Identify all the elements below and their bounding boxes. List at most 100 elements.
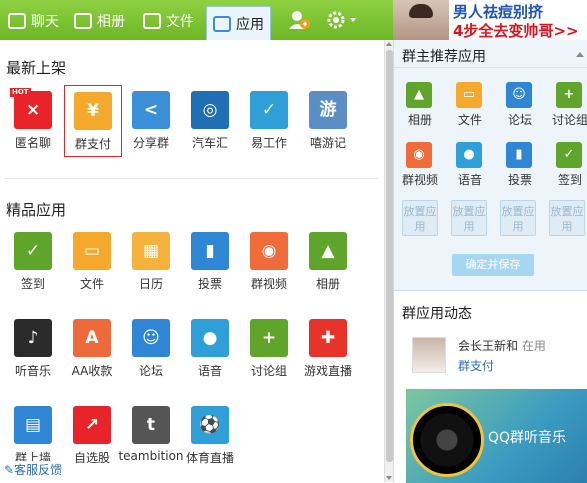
app-label: 投票 — [507, 173, 532, 187]
app-voice[interactable]: ● 语音 — [450, 140, 490, 198]
app-checkin[interactable]: ✓ 签到 — [5, 226, 61, 296]
vote-icon: ▮ — [191, 232, 229, 270]
app-label: 嘻游记 — [309, 136, 346, 150]
tab-files[interactable]: 文件 — [143, 6, 194, 36]
activity-user[interactable]: 会长王新和 — [458, 339, 518, 353]
game-live-icon: ✚ — [309, 319, 347, 357]
app-label: 讨论组 — [551, 113, 587, 127]
teambition-icon: t — [132, 406, 170, 444]
folder-icon: ▭ — [73, 232, 111, 270]
app-label: 汽车汇 — [191, 136, 228, 150]
app-label: 论坛 — [138, 364, 163, 378]
app-album[interactable]: ▲ 相册 — [400, 80, 440, 138]
work-icon: ✓ — [250, 91, 288, 129]
activity-title: 群应用动态 — [402, 306, 472, 322]
checkin-icon: ✓ — [556, 142, 582, 168]
music-icon: ♪ — [14, 319, 52, 357]
app-stock[interactable]: ↗ 自选股 — [64, 400, 120, 470]
recommend-title: 群主推荐应用 — [402, 49, 486, 65]
banner-text: QQ群听音乐 — [488, 430, 567, 446]
app-forum[interactable]: ☺ 论坛 — [123, 313, 179, 383]
forum-icon: ☺ — [132, 319, 170, 357]
app-aa-payment[interactable]: A AA收款 — [64, 313, 120, 383]
tab-apps-label: 应用 — [236, 16, 264, 33]
activity-text: 会长王新和 在用 — [458, 337, 546, 354]
app-discussion[interactable]: + 讨论组 — [550, 80, 587, 138]
settings-button[interactable] — [326, 10, 358, 30]
folder-icon: ▭ — [456, 82, 482, 108]
app-folder[interactable]: ▭ 文件 — [64, 226, 120, 296]
app-group-pay[interactable]: ¥ 群支付 — [64, 85, 122, 157]
app-label: 投票 — [197, 277, 222, 291]
video-icon: ◉ — [250, 232, 288, 270]
empty-slot-label: 放置应用 — [403, 205, 437, 233]
calendar-icon: ▦ — [132, 232, 170, 270]
app-game-live[interactable]: ✚ 游戏直播 — [300, 313, 356, 383]
new-apps-title: 最新上架 — [6, 59, 67, 77]
app-music[interactable]: ♪ 听音乐 — [5, 313, 61, 383]
empty-slot[interactable]: 放置应用 — [549, 200, 585, 236]
feedback-link[interactable]: ✎客服反馈 — [4, 461, 67, 478]
empty-slot[interactable]: 放置应用 — [451, 200, 487, 236]
app-label: 相册 — [407, 113, 432, 127]
app-vote[interactable]: ▮ 投票 — [500, 140, 540, 198]
tab-album-label: 相册 — [97, 14, 125, 30]
empty-slot[interactable]: 放置应用 — [402, 200, 438, 236]
app-label: 语音 — [457, 173, 482, 187]
app-discussion[interactable]: + 讨论组 — [241, 313, 297, 383]
app-label: 签到 — [20, 277, 45, 291]
music-banner[interactable]: QQ群听音乐 — [406, 389, 587, 483]
aa-payment-icon: A — [73, 319, 111, 357]
app-car[interactable]: ◎ 汽车汇 — [182, 85, 238, 155]
collapse-icon[interactable] — [576, 52, 584, 57]
app-vote[interactable]: ▮ 投票 — [182, 226, 238, 296]
empty-slot-label: 放置应用 — [452, 205, 486, 233]
video-icon: ◉ — [406, 142, 432, 168]
scroll-up-icon[interactable] — [386, 42, 392, 46]
activity-app-link[interactable]: 群支付 — [458, 357, 494, 374]
premium-apps-title: 精品应用 — [6, 201, 67, 219]
app-store-pane: 最新上架 × HOT 匿名聊 ¥ 群支付 < 分享群 ◎ 汽车汇 ✓ 易工作游嘻游记 精品应用 ✓ 签… — [0, 40, 383, 482]
app-sports-live[interactable]: ⚽ 体育直播 — [182, 400, 238, 470]
tab-apps[interactable]: 应用 — [206, 6, 271, 40]
app-share[interactable]: < 分享群 — [123, 85, 179, 155]
tab-album[interactable]: 相册 — [74, 6, 125, 36]
app-voice[interactable]: ● 语音 — [182, 313, 238, 383]
activity-pane: 群应用动态 会长王新和 在用 群支付 QQ群听音乐 — [394, 290, 587, 483]
scrollbar-thumb[interactable] — [386, 50, 393, 462]
album-icon: ▲ — [309, 232, 347, 270]
app-label: 论坛 — [507, 113, 532, 127]
app-checkin[interactable]: ✓ 签到 — [550, 140, 587, 198]
app-anonymous-chat[interactable]: × HOT 匿名聊 — [5, 85, 61, 155]
app-work[interactable]: ✓ 易工作 — [241, 85, 297, 155]
tab-chat-label: 聊天 — [31, 14, 59, 30]
app-video[interactable]: ◉ 群视频 — [400, 140, 440, 198]
app-teambition[interactable]: t teambition — [118, 400, 184, 470]
share-icon: < — [132, 91, 170, 129]
app-video[interactable]: ◉ 群视频 — [241, 226, 297, 296]
edit-icon: ✎ — [4, 463, 15, 477]
app-travel[interactable]: 游嘻游记 — [300, 85, 356, 155]
ad-banner[interactable]: 男人祛痘别挤 4步全去变帅哥>> — [393, 0, 587, 40]
app-label: 自选股 — [73, 451, 110, 465]
tab-files-label: 文件 — [166, 14, 194, 30]
scroll-down-icon[interactable] — [386, 476, 392, 480]
presentation-icon: ▤ — [14, 406, 52, 444]
avatar[interactable] — [412, 337, 446, 373]
save-button[interactable]: 确定并保存 — [452, 254, 534, 276]
app-label: AA收款 — [71, 364, 113, 378]
app-forum[interactable]: ☺ 论坛 — [500, 80, 540, 138]
app-label: 易工作 — [250, 136, 287, 150]
app-calendar[interactable]: ▦ 日历 — [123, 226, 179, 296]
app-folder[interactable]: ▭ 文件 — [450, 80, 490, 138]
tab-chat[interactable]: 聊天 — [8, 6, 59, 36]
apps-icon — [213, 15, 231, 32]
folder-icon — [143, 13, 161, 29]
empty-slot[interactable]: 放置应用 — [500, 200, 536, 236]
app-label: 相册 — [315, 277, 340, 291]
empty-slot-label: 放置应用 — [501, 205, 535, 233]
app-album[interactable]: ▲ 相册 — [300, 226, 356, 296]
gear-icon — [327, 11, 356, 29]
add-member-button[interactable] — [288, 10, 310, 30]
app-presentation[interactable]: ▤ 群上墙 — [5, 400, 61, 470]
